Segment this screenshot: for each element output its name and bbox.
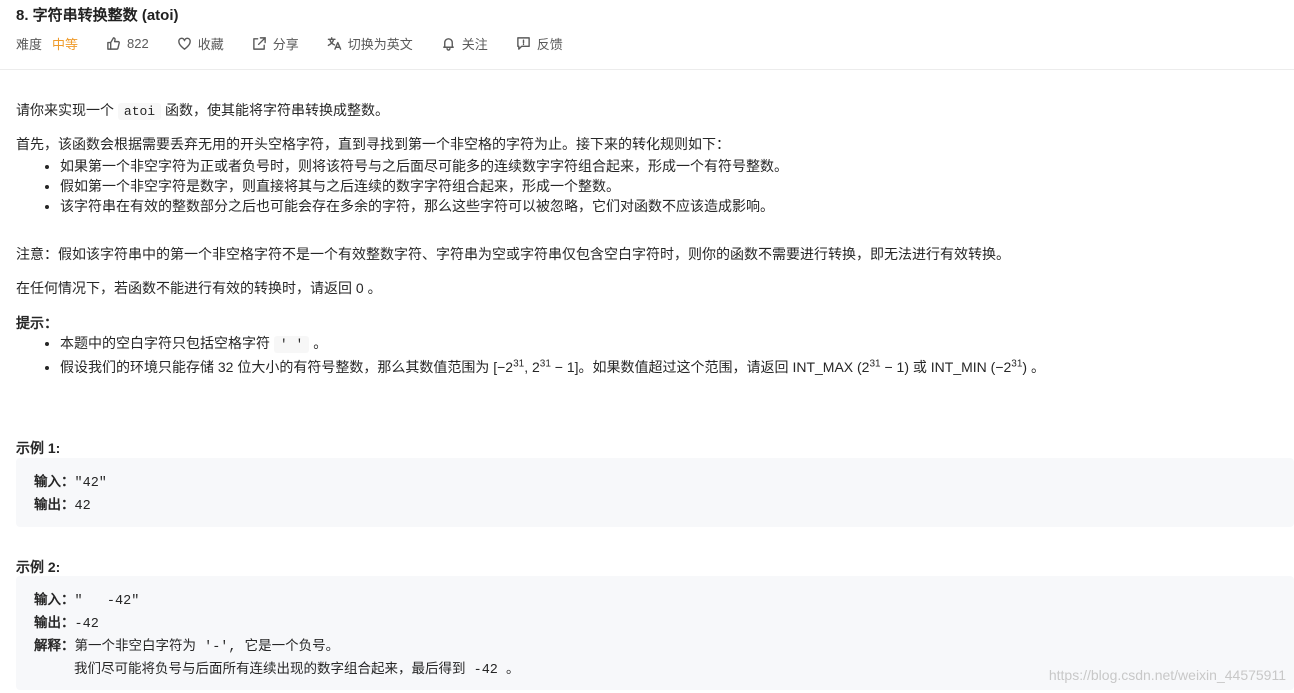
follow-button[interactable]: 关注	[441, 34, 488, 53]
description-intro: 请你来实现一个 atoi 函数，使其能将字符串转换成整数。	[16, 100, 389, 120]
exponent: 31	[539, 358, 551, 370]
explain-label: 解释：	[34, 640, 75, 655]
output-label: 输出：	[34, 617, 75, 632]
difficulty-value: 中等	[52, 36, 79, 52]
list-item: 该字符串在有效的整数部分之后也可能会存在多余的字符，那么这些字符可以被忽略，它们…	[60, 196, 788, 216]
problem-title: 8. 字符串转换整数 (atoi)	[16, 7, 179, 24]
output-label: 输出：	[34, 499, 75, 514]
example-2-input-row: 输入：" -42"	[34, 588, 139, 609]
favorite-button[interactable]: 收藏	[177, 34, 224, 53]
hint-title: 提示：	[16, 315, 58, 331]
example-1-input-row: 输入："42"	[34, 470, 107, 491]
example-1-output-row: 输出：42	[34, 493, 91, 514]
rules-list: 如果第一个非空字符为正或者负号时，则将该符号与之后面尽可能多的连续数字字符组合起…	[16, 156, 788, 216]
input-value: " -42"	[74, 594, 140, 609]
header-divider	[0, 69, 1294, 70]
thumbs-up-icon	[107, 36, 120, 50]
feedback-button[interactable]: 反馈	[516, 34, 563, 53]
share-icon	[252, 36, 266, 50]
input-label: 输入：	[34, 594, 75, 609]
example-2-explain-row: 解释：第一个非空白字符为 '-', 它是一个负号。	[34, 634, 339, 655]
hint2-text: − 1) 或 INT_MIN (−2	[880, 359, 1012, 375]
like-count: 822	[127, 35, 149, 51]
switch-language-button[interactable]: 切换为英文	[327, 34, 413, 53]
feedback-label: 反馈	[536, 36, 563, 52]
intro-text-end: 函数，使其能将字符串转换成整数。	[165, 102, 389, 118]
list-item: 如果第一个非空字符为正或者负号时，则将该符号与之后面尽可能多的连续数字字符组合起…	[60, 156, 788, 176]
problem-meta-bar: 难度 中等 822 收藏 分享 切换为英文 关注 反馈	[16, 33, 591, 53]
output-value: 42	[74, 499, 91, 514]
explain-value: 第一个非空白字符为 '-', 它是一个负号。	[74, 640, 340, 655]
list-item: 本题中的空白字符只包括空格字符 ' ' 。	[60, 333, 1045, 355]
exponent: 31	[869, 358, 881, 370]
share-label: 分享	[272, 36, 299, 52]
input-label: 输入：	[34, 476, 75, 491]
hint2-text: , 2	[524, 359, 540, 375]
follow-label: 关注	[461, 36, 488, 52]
hint1-text: 本题中的空白字符只包括空格字符	[60, 335, 270, 351]
space-char-code: ' '	[273, 336, 310, 353]
list-item: 假设我们的环境只能存储 32 位大小的有符号整数，那么其数值范围为 [−231,…	[60, 357, 1045, 377]
switch-language-label: 切换为英文	[347, 36, 413, 52]
share-button[interactable]: 分享	[252, 34, 299, 53]
feedback-icon	[516, 36, 530, 50]
hint2-text: ) 。	[1022, 359, 1045, 375]
description-rules-intro: 首先，该函数会根据需要丢弃无用的开头空格字符，直到寻找到第一个非空格的字符为止。…	[16, 136, 730, 152]
hint-list: 本题中的空白字符只包括空格字符 ' ' 。 假设我们的环境只能存储 32 位大小…	[16, 333, 1045, 377]
example-1-box: 输入："42" 输出：42	[16, 458, 1294, 527]
hint1-text-end: 。	[313, 335, 328, 351]
hint2-text: − 1]。如果数值超过这个范围，请返回 INT_MAX (2	[550, 359, 870, 375]
heart-icon	[177, 37, 191, 50]
example-2-explain-row-2: 我们尽可能将负号与后面所有连续出现的数字组合起来，最后得到 -42 。	[74, 663, 520, 678]
example-1-title: 示例 1:	[16, 440, 61, 456]
exponent: 31	[513, 358, 525, 370]
output-value: -42	[74, 617, 99, 632]
description-fallback: 在任何情况下，若函数不能进行有效的转换时，请返回 0 。	[16, 280, 382, 296]
description-note: 注意：假如该字符串中的第一个非空格字符不是一个有效整数字符、字符串为空或字符串仅…	[16, 246, 1010, 262]
watermark: https://blog.csdn.net/weixin_44575911	[1048, 667, 1286, 683]
difficulty-label: 难度	[16, 36, 43, 52]
atoi-code: atoi	[117, 103, 162, 120]
exponent: 31	[1011, 358, 1023, 370]
intro-text: 请你来实现一个	[16, 102, 114, 118]
hint2-text: 假设我们的环境只能存储 32 位大小的有符号整数，那么其数值范围为 [−2	[60, 359, 514, 375]
list-item: 假如第一个非空字符是数字，则直接将其与之后连续的数字字符组合起来，形成一个整数。	[60, 176, 788, 196]
bell-icon	[442, 37, 454, 51]
like-button[interactable]: 822	[106, 36, 149, 51]
favorite-label: 收藏	[197, 36, 224, 52]
example-2-output-row: 输出：-42	[34, 611, 99, 632]
example-2-title: 示例 2:	[16, 559, 61, 575]
input-value: "42"	[74, 476, 107, 491]
translate-icon	[327, 36, 342, 50]
